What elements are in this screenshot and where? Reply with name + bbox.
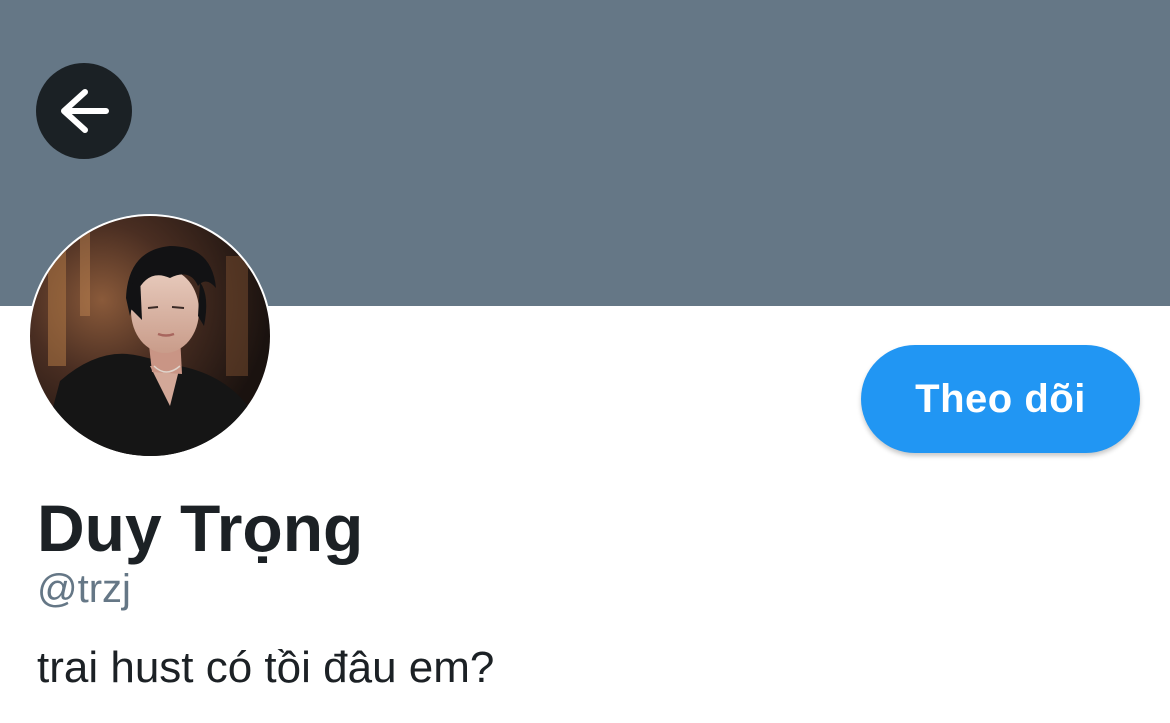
avatar[interactable]: [28, 214, 272, 458]
profile-bio: trai hust có tồi đâu em?: [37, 643, 495, 692]
profile-handle: @trzj: [37, 567, 131, 611]
follow-button[interactable]: Theo dõi: [861, 345, 1140, 453]
profile-photo: [30, 216, 270, 456]
display-name: Duy Trọng: [37, 491, 364, 565]
arrow-left-icon: [58, 88, 110, 134]
profile-page: Theo dõi Duy Trọng @trzj trai hust có tồ…: [0, 0, 1170, 723]
back-button[interactable]: [36, 63, 132, 159]
